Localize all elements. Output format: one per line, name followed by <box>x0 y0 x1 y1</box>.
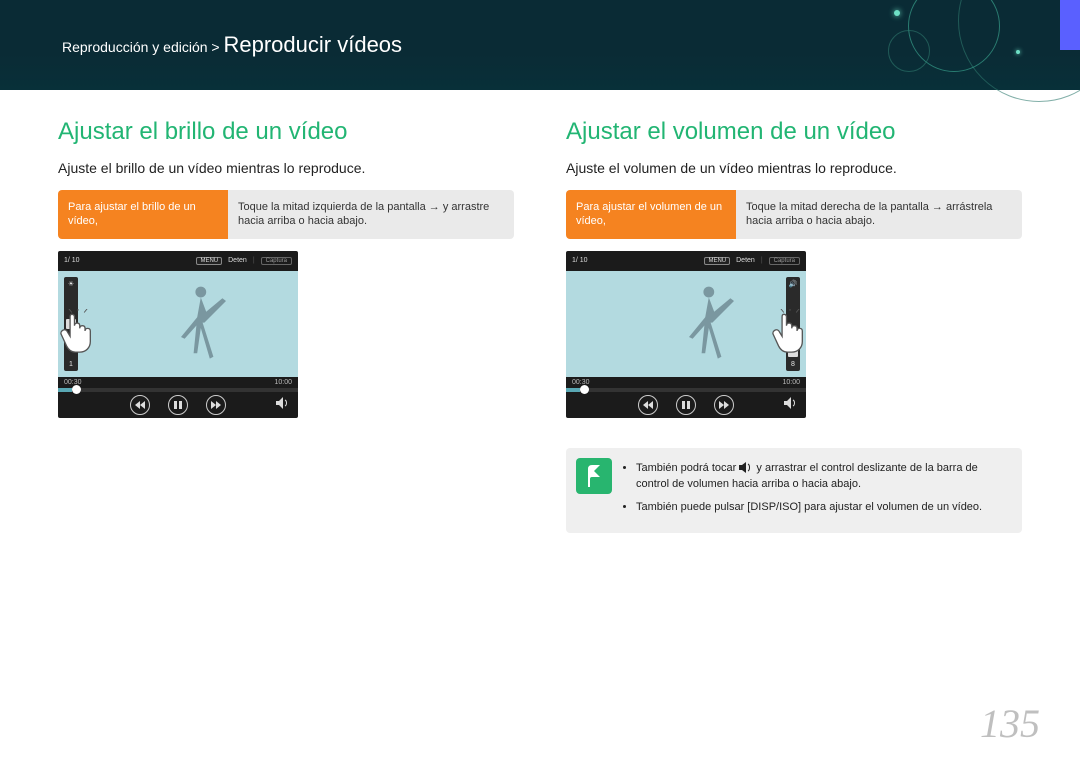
col-volume: Ajustar el volumen de un vídeo Ajuste el… <box>566 118 1022 533</box>
brightness-icon: ☀ <box>68 280 74 288</box>
volume-icon[interactable] <box>276 397 290 412</box>
capture-button[interactable]: Captura <box>769 257 800 265</box>
decorative-circles <box>760 0 1080 90</box>
clip-count: 1/ 10 <box>572 257 588 264</box>
key-label: DISP/ISO <box>750 501 798 513</box>
dancer-icon <box>662 283 752 373</box>
volume-max-icon: 🔊 <box>789 280 798 288</box>
stop-label: Deten <box>228 257 247 264</box>
instruction-row: Para ajustar el volumen de un vídeo, Toq… <box>566 190 1022 239</box>
note-line-1: También podrá tocar y arrastrar el contr… <box>636 460 1008 493</box>
time-current: 00:30 <box>572 379 590 386</box>
volume-icon[interactable] <box>784 397 798 412</box>
note-icon <box>576 458 612 494</box>
page-number: 135 <box>980 700 1040 747</box>
video-player-brightness: 1/ 10 MENU Deten | Captura ☀ 1 <box>58 251 298 418</box>
section-tab <box>1060 0 1080 50</box>
clip-count: 1/ 10 <box>64 257 80 264</box>
menu-button[interactable]: MENU <box>704 257 730 265</box>
note-line-2: También puede pulsar [DISP/ISO] para aju… <box>636 499 1008 516</box>
instruction-label: Para ajustar el brillo de un vídeo, <box>58 190 228 239</box>
stop-label: Deten <box>736 257 755 264</box>
hand-gesture-icon <box>768 309 806 353</box>
rewind-button[interactable] <box>638 395 658 415</box>
pause-button[interactable] <box>168 395 188 415</box>
note-box: También podrá tocar y arrastrar el contr… <box>566 448 1022 534</box>
page-header: Reproducción y edición > Reproducir víde… <box>0 0 1080 90</box>
instruction-text: Toque la mitad derecha de la pantalla → … <box>736 190 1022 239</box>
instruction-text: Toque la mitad izquierda de la pantalla … <box>228 190 514 239</box>
col-brightness: Ajustar el brillo de un vídeo Ajuste el … <box>58 118 514 533</box>
dancer-icon <box>154 283 244 373</box>
pause-button[interactable] <box>676 395 696 415</box>
time-total: 10:00 <box>782 379 800 386</box>
rewind-button[interactable] <box>130 395 150 415</box>
breadcrumb: Reproducción y edición > <box>62 39 224 55</box>
slider-value: 8 <box>791 361 795 368</box>
page-title: Reproducir vídeos <box>224 32 403 57</box>
instruction-label: Para ajustar el volumen de un vídeo, <box>566 190 736 239</box>
desc-volume: Ajuste el volumen de un vídeo mientras l… <box>566 160 1022 176</box>
forward-button[interactable] <box>206 395 226 415</box>
instruction-row: Para ajustar el brillo de un vídeo, Toqu… <box>58 190 514 239</box>
capture-button[interactable]: Captura <box>261 257 292 265</box>
slider-value: 1 <box>69 361 73 368</box>
menu-button[interactable]: MENU <box>196 257 222 265</box>
time-total: 10:00 <box>274 379 292 386</box>
forward-button[interactable] <box>714 395 734 415</box>
time-current: 00:30 <box>64 379 82 386</box>
speaker-icon <box>739 462 753 473</box>
heading-brightness: Ajustar el brillo de un vídeo <box>58 118 514 146</box>
video-player-volume: 1/ 10 MENU Deten | Captura 🔊 8 <box>566 251 806 418</box>
desc-brightness: Ajuste el brillo de un vídeo mientras lo… <box>58 160 514 176</box>
hand-gesture-icon <box>58 309 100 353</box>
heading-volume: Ajustar el volumen de un vídeo <box>566 118 1022 146</box>
